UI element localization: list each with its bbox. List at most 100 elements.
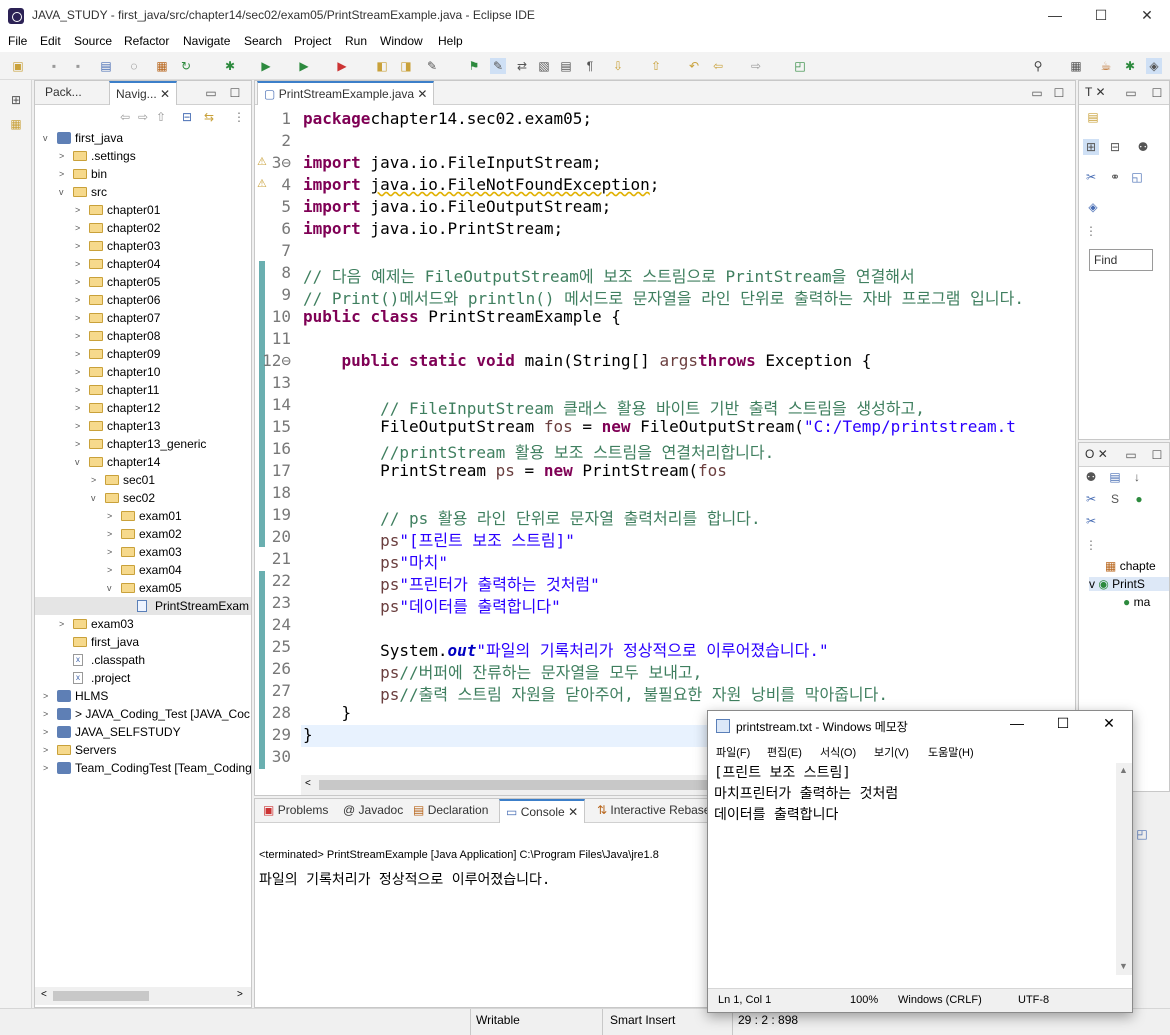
notepad-menu-help[interactable]: 도움말(H) <box>928 744 974 760</box>
tree-item[interactable]: > HLMS <box>35 687 251 705</box>
code-line[interactable]: // ps 활용 라인 단위로 문자열 출력처리를 합니다. <box>303 505 761 529</box>
tree-item[interactable]: > exam04 <box>35 561 251 579</box>
minimize-view-icon[interactable]: ▭ <box>1123 85 1139 101</box>
tab-printstreamexample[interactable]: ▢ PrintStreamExample.java ✕ <box>257 81 435 105</box>
collapse-all-icon[interactable]: ⊟ <box>179 109 195 125</box>
menu-window[interactable]: Window <box>380 34 423 48</box>
scroll-right-icon[interactable]: > <box>237 989 243 1000</box>
code-line[interactable]: System.out"파일의 기록처리가 정상적으로 이루어졌습니다." <box>303 637 829 661</box>
chevron-right-icon[interactable]: > <box>107 561 117 579</box>
view-menu-icon[interactable]: ⋮ <box>1083 537 1099 553</box>
notepad-minimize-button[interactable]: — <box>1000 715 1034 731</box>
chevron-right-icon[interactable]: > <box>43 687 53 705</box>
minimize-view-icon[interactable]: ▭ <box>203 85 219 101</box>
tree-item[interactable]: v exam05 <box>35 579 251 597</box>
scroll-down-icon[interactable]: ▼ <box>1119 961 1128 971</box>
tree-item[interactable]: v first_java <box>35 129 251 147</box>
notepad-menu-format[interactable]: 서식(O) <box>820 744 856 760</box>
hide-fields-icon[interactable]: ✂ <box>1083 491 1099 507</box>
search-tool-icon[interactable]: ✎ <box>424 58 440 74</box>
back-icon[interactable]: ⇦ <box>710 58 726 74</box>
chevron-right-icon[interactable]: > <box>107 543 117 561</box>
scroll-thumb[interactable] <box>53 991 149 1001</box>
hide-local-types-icon[interactable]: ✂ <box>1083 513 1099 529</box>
minimize-view-icon[interactable]: ▭ <box>1123 447 1139 463</box>
menu-navigate[interactable]: Navigate <box>183 34 230 48</box>
scroll-up-icon[interactable]: ▲ <box>1119 765 1128 775</box>
tree-item[interactable]: > chapter11 <box>35 381 251 399</box>
tab-console[interactable]: ▭ Console ✕ <box>499 799 586 823</box>
external-tools-icon[interactable]: ▶ <box>334 58 350 74</box>
sort-icon[interactable]: ▤ <box>1107 469 1123 485</box>
tree-item[interactable]: > chapter05 <box>35 273 251 291</box>
tab-problems[interactable]: ▣ Problems <box>257 799 334 823</box>
new-task-icon[interactable]: ▤ <box>1085 109 1101 125</box>
hide-nonpublic-icon[interactable]: ● <box>1131 491 1147 507</box>
open-perspective-icon[interactable]: ▦ <box>1068 58 1084 74</box>
tab-outline[interactable]: O ✕ <box>1079 443 1114 467</box>
code-line[interactable]: // FileInputStream 클래스 활용 바이트 기반 출력 스트림을… <box>303 395 925 419</box>
view-menu-icon[interactable]: ⋮ <box>231 109 247 125</box>
tree-item[interactable]: x .project <box>35 669 251 687</box>
scroll-thumb[interactable] <box>319 780 719 790</box>
notepad-vertical-scrollbar[interactable]: ▲ ▼ <box>1116 763 1132 975</box>
chevron-right-icon[interactable]: > <box>75 237 85 255</box>
minimize-button[interactable]: — <box>1032 0 1078 32</box>
tab-declaration[interactable]: ▤ Declaration <box>407 799 494 823</box>
tab-javadoc[interactable]: @ Javadoc <box>337 799 409 823</box>
chevron-right-icon[interactable]: > <box>59 147 69 165</box>
notepad-menu-file[interactable]: 파일(F) <box>716 744 750 760</box>
notepad-menu-edit[interactable]: 편집(E) <box>767 744 802 760</box>
save-all-icon[interactable]: ▪ <box>70 58 86 74</box>
tree-item[interactable]: v sec02 <box>35 489 251 507</box>
chevron-down-icon[interactable]: v <box>43 129 53 147</box>
chevron-right-icon[interactable]: > <box>75 291 85 309</box>
pin-editor-icon[interactable]: ◰ <box>792 58 808 74</box>
minimize-view-icon[interactable]: ▭ <box>1029 85 1045 101</box>
refresh-icon[interactable]: ↻ <box>178 58 194 74</box>
menu-run[interactable]: Run <box>345 34 367 48</box>
collapse-icon[interactable]: ⚉ <box>1083 469 1099 485</box>
notepad-close-button[interactable]: ✕ <box>1092 715 1126 732</box>
code-line[interactable]: public class PrintStreamExample { <box>303 307 621 326</box>
tree-item[interactable]: > chapter01 <box>35 201 251 219</box>
chevron-right-icon[interactable]: > <box>75 201 85 219</box>
code-line[interactable]: import java.io.FileNotFoundException; <box>303 175 659 194</box>
tree-item[interactable]: > chapter13_generic <box>35 435 251 453</box>
git-perspective-icon[interactable]: ◈ <box>1146 58 1162 74</box>
code-line[interactable]: } <box>303 725 313 744</box>
chevron-right-icon[interactable]: > <box>75 417 85 435</box>
tab-package-explorer[interactable]: Pack... <box>39 81 88 105</box>
tree-item[interactable]: > .settings <box>35 147 251 165</box>
chevron-right-icon[interactable]: > <box>43 723 53 741</box>
tree-item[interactable]: > exam03 <box>35 543 251 561</box>
chevron-down-icon[interactable]: v <box>59 183 69 201</box>
maximize-view-icon[interactable]: ☐ <box>1051 85 1067 101</box>
tree-item[interactable]: > Servers <box>35 741 251 759</box>
code-line[interactable]: ps//출력 스트림 자원을 닫아주어, 불필요한 자원 낭비를 막아줍니다. <box>303 681 888 705</box>
debug-perspective-icon[interactable]: ✱ <box>1122 58 1138 74</box>
tree-item[interactable]: v src <box>35 183 251 201</box>
outline-item-method[interactable]: ● ma <box>1123 595 1150 609</box>
open-type-icon[interactable]: ◧ <box>374 58 390 74</box>
open-console-icon[interactable]: ◰ <box>1134 826 1150 842</box>
tree-item[interactable]: > Team_CodingTest [Team_Coding <box>35 759 252 777</box>
code-line[interactable]: ps//버퍼에 잔류하는 문자열을 모두 보내고, <box>303 659 702 683</box>
chevron-right-icon[interactable]: > <box>75 327 85 345</box>
tree-item[interactable]: > exam03 <box>35 615 251 633</box>
code-line[interactable]: packagechapter14.sec02.exam05; <box>303 109 592 128</box>
tree-item[interactable]: x .classpath <box>35 651 251 669</box>
restore-icon[interactable]: ⊞ <box>8 92 24 108</box>
menu-refactor[interactable]: Refactor <box>124 34 169 48</box>
maximize-view-icon[interactable]: ☐ <box>1149 85 1165 101</box>
chevron-right-icon[interactable]: > <box>107 525 117 543</box>
new-icon[interactable]: ▣ <box>10 58 26 74</box>
terminal-icon[interactable]: ▤ <box>98 58 114 74</box>
code-line[interactable]: PrintStream ps = new PrintStream(fos <box>303 461 727 480</box>
tree-item[interactable]: PrintStreamExam <box>35 597 251 615</box>
forward-icon[interactable]: ⇨ <box>748 58 764 74</box>
tree-item[interactable]: > bin <box>35 165 251 183</box>
next-annotation-icon[interactable]: ⇩ <box>610 58 626 74</box>
tree-item[interactable]: > exam01 <box>35 507 251 525</box>
annotation-icon[interactable]: ⚑ <box>466 58 482 74</box>
